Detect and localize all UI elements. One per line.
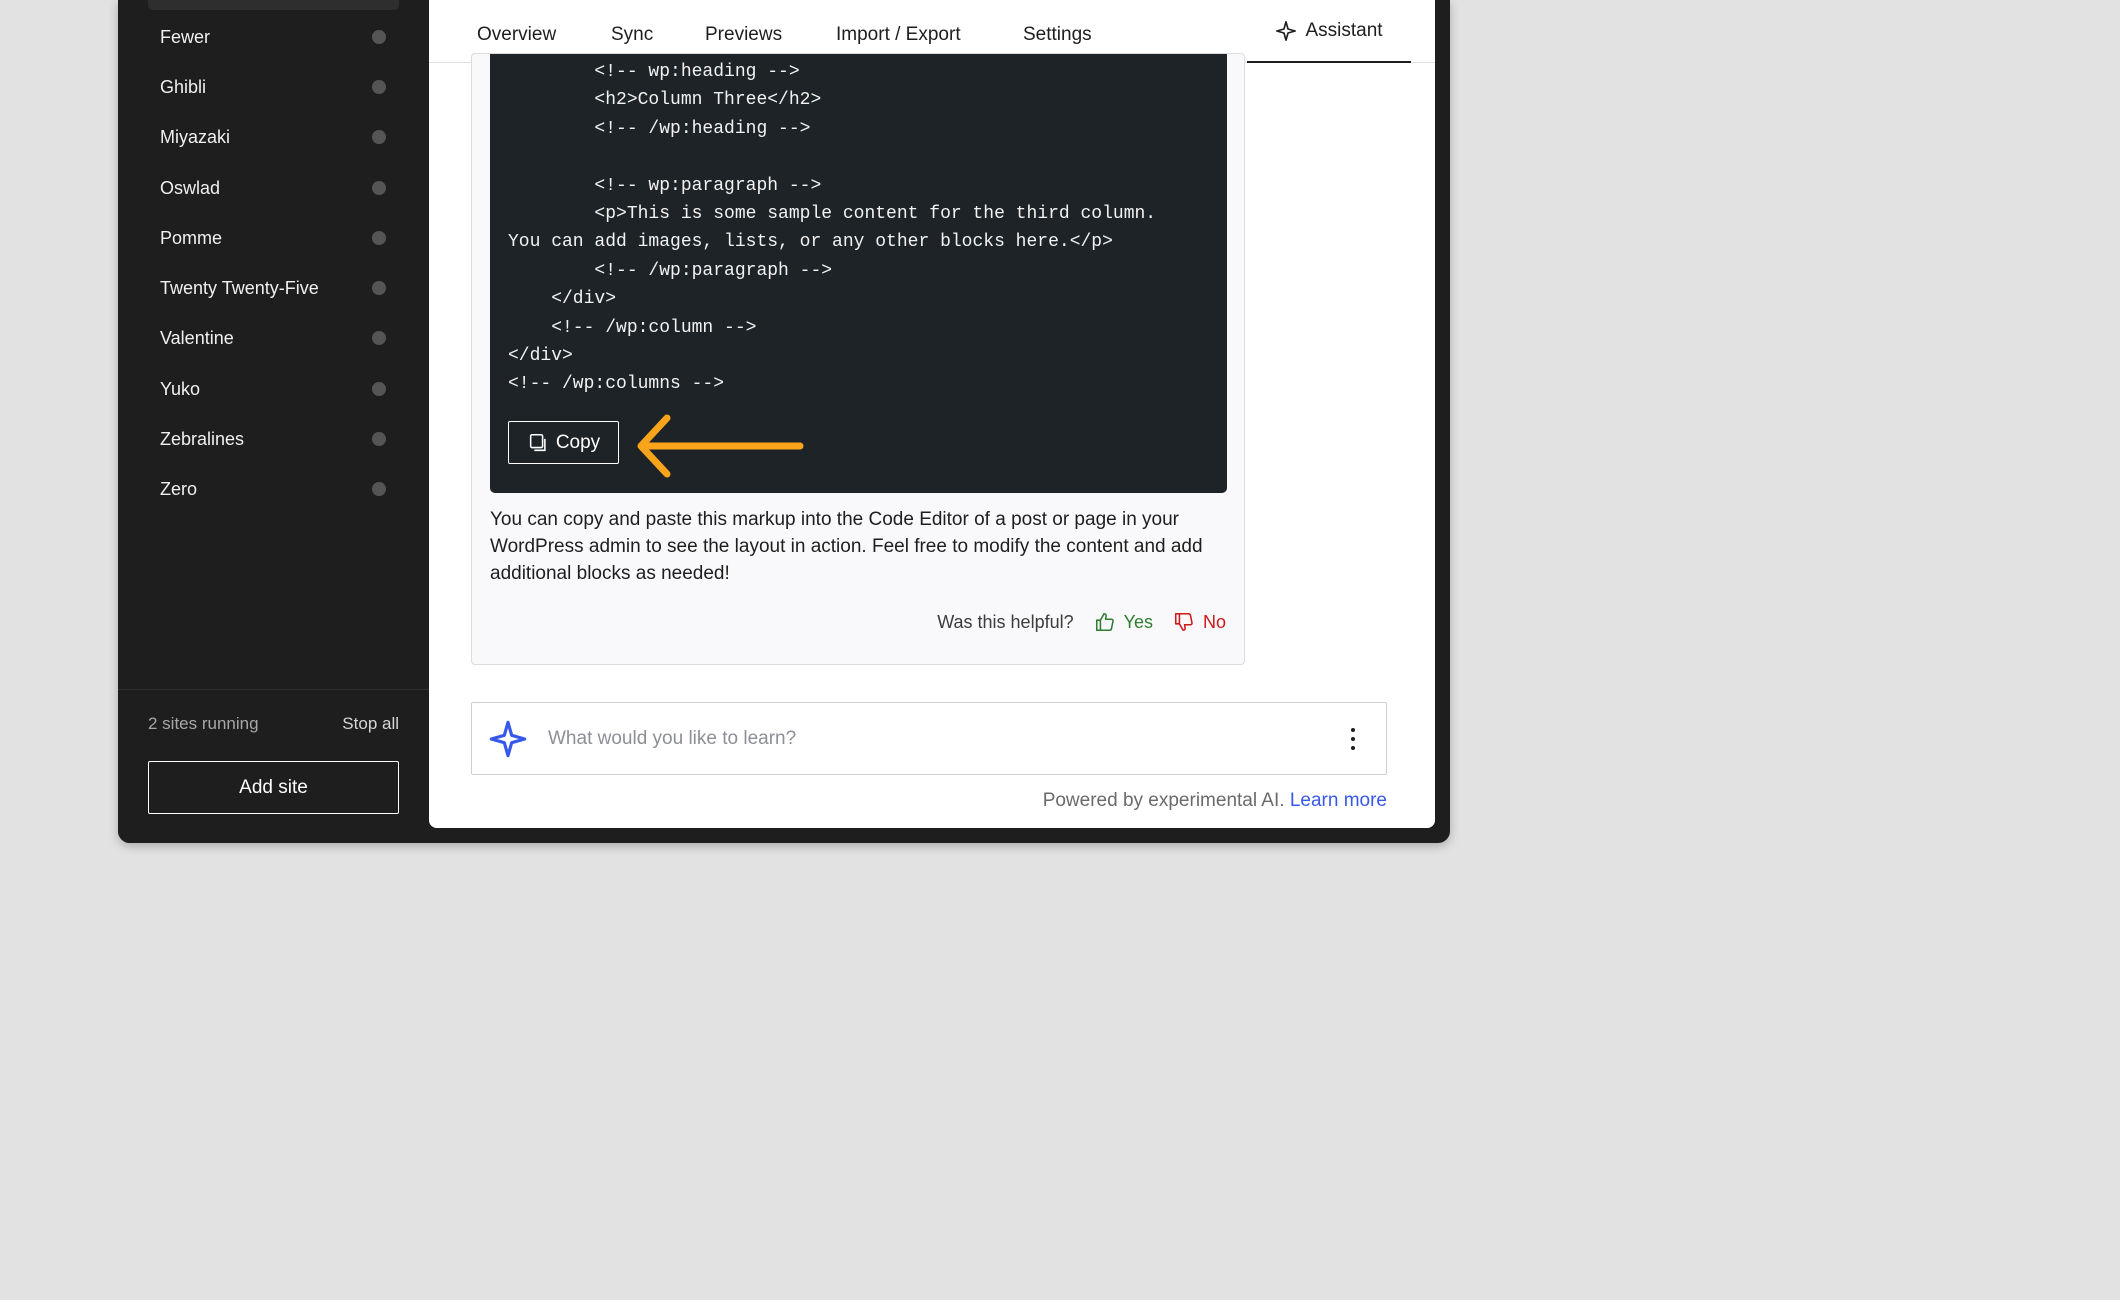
copy-icon <box>529 433 546 451</box>
site-status-dot <box>372 382 386 396</box>
stop-all-button[interactable]: Stop all <box>342 714 399 734</box>
copy-label: Copy <box>555 431 601 453</box>
code-line: <p>This is some sample content for the t… <box>508 204 1157 225</box>
ai-disclaimer: Powered by experimental AI. Learn more <box>1043 790 1387 812</box>
sidebar-item-twenty-twenty-five[interactable]: Twenty Twenty-Five <box>148 268 399 308</box>
code-line: <!-- /wp:column --> <box>508 317 757 338</box>
site-status-dot <box>372 432 386 446</box>
sidebar-item-zero[interactable]: Zero <box>148 469 399 509</box>
feedback-yes-button[interactable]: Yes <box>1094 611 1153 633</box>
site-status-dot <box>372 331 386 345</box>
tab-assistant-label: Assistant <box>1305 19 1383 41</box>
copy-code-button[interactable]: Copy <box>508 421 619 464</box>
site-status-dot <box>372 130 386 144</box>
code-content: <!-- wp:heading --> <h2>Column Three</h2… <box>508 58 1156 399</box>
sidebar-item-yuko[interactable]: Yuko <box>148 369 399 409</box>
sidebar-item-valentine[interactable]: Valentine <box>148 318 399 358</box>
code-line: <h2>Column Three</h2> <box>508 90 822 111</box>
sidebar-item-miyazaki[interactable]: Miyazaki <box>148 117 399 157</box>
sparkle-icon <box>489 720 527 758</box>
site-name: Ghibli <box>160 76 207 97</box>
sidebar-scroll-edge <box>148 0 399 10</box>
code-block: <!-- wp:heading --> <h2>Column Three</h2… <box>490 54 1227 493</box>
site-status-dot <box>372 482 386 496</box>
site-status-dot <box>372 30 386 44</box>
feedback-bar: Was this helpful? Yes No <box>937 611 1226 633</box>
arrow-left-icon <box>637 414 804 478</box>
sites-running-status: 2 sites running <box>148 714 259 733</box>
site-name: Twenty Twenty-Five <box>160 277 319 298</box>
feedback-no-button[interactable]: No <box>1173 611 1226 633</box>
code-line: </div> <box>508 289 617 310</box>
site-status-dot <box>372 281 386 295</box>
vertical-ellipsis-icon[interactable] <box>1338 719 1368 759</box>
sidebar: Fewer Ghibli Miyazaki Oswlad Pomme Twent… <box>118 0 429 843</box>
site-status-dot <box>372 231 386 245</box>
chat-input[interactable] <box>548 703 1308 774</box>
site-name: Miyazaki <box>160 126 231 147</box>
chat-input-box <box>471 702 1387 775</box>
code-line: <!-- /wp:heading --> <box>508 118 811 139</box>
app-window: Fewer Ghibli Miyazaki Oswlad Pomme Twent… <box>118 0 1450 843</box>
site-name: Oswlad <box>160 177 221 198</box>
code-line: You can add images, lists, or any other … <box>508 232 1113 253</box>
assistant-message-text: You can copy and paste this markup into … <box>490 509 1203 584</box>
feedback-question: Was this helpful? <box>937 611 1074 632</box>
add-site-button[interactable]: Add site <box>148 761 399 814</box>
sparkle-icon <box>1276 20 1297 41</box>
sidebar-item-fewer[interactable]: Fewer <box>148 17 399 57</box>
site-name: Pomme <box>160 227 223 248</box>
code-line: <!-- wp:paragraph --> <box>508 175 822 196</box>
thumbs-up-icon <box>1095 612 1114 632</box>
code-line: </div> <box>508 346 573 367</box>
sidebar-item-oswlad[interactable]: Oswlad <box>148 168 399 208</box>
ai-disclaimer-text: Powered by experimental AI. <box>1042 790 1285 811</box>
main-panel: Overview Sync Previews Import / Export S… <box>429 0 1435 828</box>
feedback-yes-label: Yes <box>1123 611 1153 632</box>
site-name: Zebralines <box>160 428 245 449</box>
thumbs-down-icon <box>1174 612 1193 632</box>
code-line: <!-- /wp:paragraph --> <box>508 260 833 281</box>
learn-more-link[interactable]: Learn more <box>1290 790 1387 811</box>
sidebar-divider <box>118 689 429 690</box>
code-line: <!-- /wp:columns --> <box>508 374 725 395</box>
feedback-no-label: No <box>1202 611 1226 632</box>
site-status-dot <box>372 181 386 195</box>
site-name: Fewer <box>160 26 211 47</box>
sidebar-item-pomme[interactable]: Pomme <box>148 218 399 258</box>
sidebar-item-zebralines[interactable]: Zebralines <box>148 419 399 459</box>
site-name: Valentine <box>160 327 234 348</box>
assistant-message: <!-- wp:heading --> <h2>Column Three</h2… <box>471 53 1245 665</box>
code-line: <!-- wp:heading --> <box>508 62 800 82</box>
assistant-content: <!-- wp:heading --> <h2>Column Three</h2… <box>429 53 1435 828</box>
site-name: Zero <box>160 478 198 499</box>
site-status-dot <box>372 80 386 94</box>
site-name: Yuko <box>160 378 201 399</box>
tab-assistant[interactable]: Assistant <box>1247 0 1411 63</box>
sidebar-item-ghibli[interactable]: Ghibli <box>148 67 399 107</box>
